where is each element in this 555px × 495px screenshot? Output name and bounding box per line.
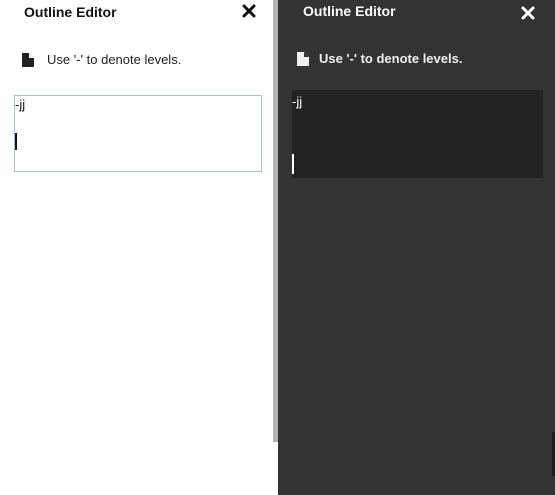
- hint-text: Use '-' to denote levels.: [319, 51, 463, 66]
- document-icon: [22, 52, 34, 67]
- text-caret: [15, 133, 17, 150]
- outline-text-area[interactable]: -jj: [14, 95, 262, 172]
- document-icon: [297, 51, 309, 66]
- editor-content: -jj: [15, 97, 26, 112]
- outline-editor-panel-dark: Outline Editor Use '-' to denote levels.…: [278, 0, 555, 495]
- close-icon[interactable]: [520, 5, 536, 21]
- outline-editor-panel-light: Outline Editor Use '-' to denote levels.…: [0, 0, 273, 495]
- hint-text: Use '-' to denote levels.: [47, 52, 182, 67]
- panel-title: Outline Editor: [303, 3, 396, 19]
- outline-editor-comparison: Outline Editor Use '-' to denote levels.…: [0, 0, 555, 495]
- close-icon[interactable]: [241, 3, 257, 19]
- outline-text-area[interactable]: -jj: [292, 90, 543, 178]
- text-caret: [292, 154, 294, 174]
- panel-title: Outline Editor: [24, 4, 117, 20]
- hint-row: Use '-' to denote levels.: [22, 52, 181, 67]
- editor-content: -jj: [292, 94, 303, 109]
- hint-row: Use '-' to denote levels.: [297, 51, 462, 66]
